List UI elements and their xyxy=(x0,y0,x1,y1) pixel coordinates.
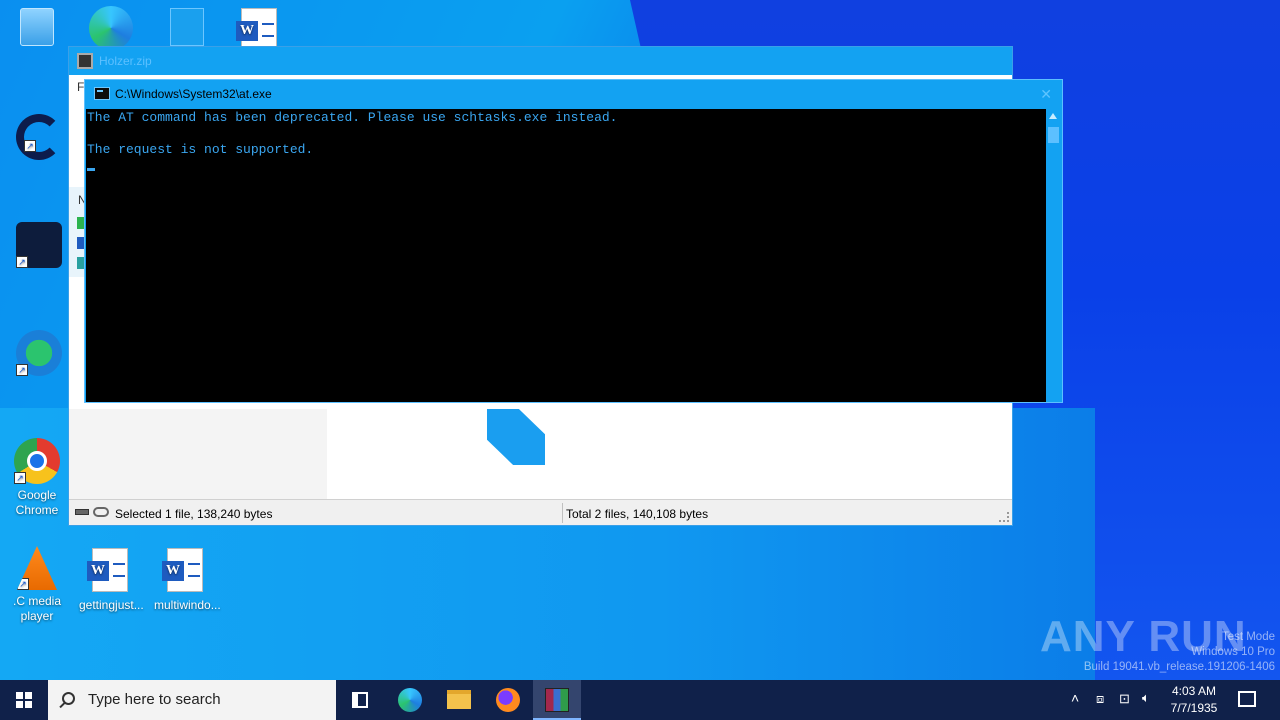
drive-icon[interactable] xyxy=(75,509,89,515)
shortcut-arrow-icon: ↗ xyxy=(16,364,28,376)
winrar-taskbar-button[interactable] xyxy=(533,680,581,720)
vlc-icon[interactable]: ↗ .C media player xyxy=(6,546,68,624)
text-cursor xyxy=(87,168,95,171)
file-list-pane[interactable] xyxy=(327,409,1012,501)
winrar-app-icon xyxy=(77,53,93,69)
network-icon[interactable]: ⊡ xyxy=(1119,691,1130,720)
chrome-icon[interactable]: ↗ Google Chrome xyxy=(6,438,68,518)
word-document-icon[interactable]: W gettingjust... xyxy=(79,548,144,613)
shortcut-arrow-icon: ↗ xyxy=(14,472,26,484)
acrobat-icon[interactable]: ↗ xyxy=(8,222,70,272)
firefox-button[interactable] xyxy=(484,680,532,720)
firefox-icon xyxy=(496,688,520,712)
doc-label: gettingjust... xyxy=(79,598,144,612)
close-icon[interactable]: ✕ xyxy=(1040,86,1052,103)
status-bar: Selected 1 file, 138,240 bytes Total 2 f… xyxy=(69,499,1012,525)
test-mode-text: Test Mode xyxy=(1221,631,1275,643)
volume-icon[interactable]: 🔈︎ xyxy=(1142,690,1150,720)
taskbar-clock[interactable]: 4:03 AM 7/7/1935 xyxy=(1164,683,1224,717)
vlc-label: .C media player xyxy=(12,594,62,623)
ccleaner-icon[interactable]: ↗ xyxy=(8,114,70,164)
scroll-up-icon[interactable] xyxy=(1049,113,1057,119)
winrar-icon xyxy=(545,688,569,712)
defender-icon[interactable]: ⧈ xyxy=(1096,691,1104,720)
clock-time: 4:03 AM xyxy=(1171,684,1217,698)
key-icon[interactable] xyxy=(93,507,109,517)
status-total: Total 2 files, 140,108 bytes xyxy=(566,507,709,521)
archive-window-title[interactable]: Holzer.zip xyxy=(69,47,1012,75)
taskbar-search-box[interactable]: Type here to search xyxy=(48,680,336,720)
status-selected: Selected 1 file, 138,240 bytes xyxy=(115,507,273,521)
folder-pane xyxy=(69,409,327,501)
windows-logo-icon xyxy=(16,692,32,708)
recycle-bin-icon[interactable] xyxy=(6,8,68,50)
search-icon xyxy=(62,692,75,705)
resize-grip[interactable] xyxy=(999,512,1009,522)
task-view-button[interactable] xyxy=(336,680,384,720)
build-text: Build 19041.vb_release.191206-1406 xyxy=(1083,661,1275,673)
shortcut-arrow-icon: ↗ xyxy=(17,578,29,590)
network-app-icon[interactable]: ↗ xyxy=(8,330,70,380)
edge-icon xyxy=(398,688,422,712)
notification-icon[interactable] xyxy=(1238,691,1256,707)
scroll-thumb[interactable] xyxy=(1048,127,1059,143)
chevron-up-icon[interactable]: ˄ xyxy=(1071,690,1079,720)
file-explorer-button[interactable] xyxy=(435,680,483,720)
console-title: C:\Windows\System32\at.exe xyxy=(115,87,272,101)
console-window[interactable]: C:\Windows\System32\at.exe ✕ The AT comm… xyxy=(84,79,1063,403)
task-view-icon xyxy=(352,692,368,708)
edge-taskbar-button[interactable] xyxy=(386,680,434,720)
shortcut-arrow-icon: ↗ xyxy=(16,256,28,268)
clock-date: 7/7/1935 xyxy=(1170,701,1218,715)
console-output[interactable]: The AT command has been deprecated. Plea… xyxy=(86,109,1047,402)
word-document-icon[interactable]: W multiwindo... xyxy=(154,548,221,613)
file-desktop-icon[interactable] xyxy=(156,8,218,50)
search-placeholder: Type here to search xyxy=(88,691,221,708)
chrome-label: Google Chrome xyxy=(15,488,59,517)
windows-edition-text: Windows 10 Pro xyxy=(1191,646,1275,658)
status-divider xyxy=(562,503,563,523)
console-scrollbar[interactable] xyxy=(1046,109,1061,402)
console-icon xyxy=(94,87,110,100)
os-watermark: Test Mode Windows 10 Pro Build 19041.vb_… xyxy=(1084,630,1275,675)
console-title-bar[interactable]: C:\Windows\System32\at.exe ✕ xyxy=(85,80,1062,109)
shortcut-arrow-icon: ↗ xyxy=(24,140,36,152)
folder-icon xyxy=(447,690,471,709)
start-button[interactable] xyxy=(0,680,48,720)
taskbar: Type here to search ˄ ⧈ ⊡ 🔈︎ 4:03 AM 7/7… xyxy=(0,680,1280,720)
console-line: The AT command has been deprecated. Plea… xyxy=(87,110,618,125)
console-line: The request is not supported. xyxy=(87,142,314,157)
doc-label: multiwindo... xyxy=(154,598,221,612)
